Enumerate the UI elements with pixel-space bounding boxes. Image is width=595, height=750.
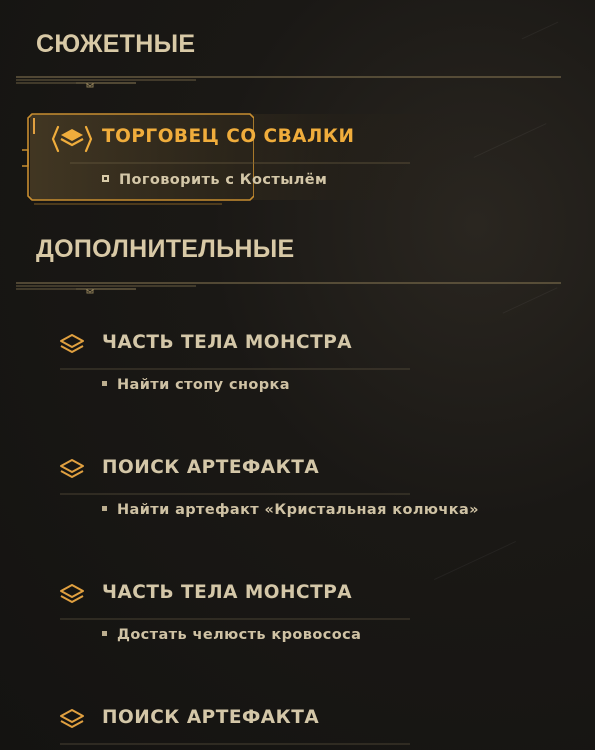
quest-item[interactable]: ПОИСК АРТЕФАКТА Найти артефакт «Кристаль… (0, 453, 595, 533)
quest-title: ЧАСТЬ ТЕЛА МОНСТРА (102, 332, 353, 353)
quest-objective: Поговорить с Костылём (102, 172, 327, 188)
quest-divider (60, 743, 410, 745)
objective-bullet (102, 174, 109, 182)
quest-objective: Найти артефакт «Кристальная колючка» (102, 502, 479, 518)
quest-item[interactable]: ЧАСТЬ ТЕЛА МОНСТРА Достать челюсть крово… (0, 578, 595, 658)
background-scratch (434, 541, 516, 580)
objective-bullet (102, 380, 107, 386)
section-title-story: СЮЖЕТНЫЕ (36, 30, 196, 58)
quest-divider (60, 493, 410, 495)
quest-title: ПОИСК АРТЕФАКТА (102, 457, 320, 478)
quest-stack-icon (60, 334, 84, 353)
section-divider (16, 282, 561, 294)
quest-objective: Достать челюсть кровососа (102, 627, 361, 643)
quest-item[interactable]: ПОИСК АРТЕФАКТА (0, 703, 595, 750)
quest-item[interactable]: ТОРГОВЕЦ СО СВАЛКИ Поговорить с Костылём (0, 118, 595, 198)
quest-divider (70, 162, 410, 164)
quest-objective: Найти стопу снорка (102, 377, 290, 393)
quest-stack-icon (51, 125, 93, 153)
quest-title: ПОИСК АРТЕФАКТА (102, 707, 320, 728)
objective-bullet (102, 630, 107, 636)
quest-stack-icon (60, 709, 84, 728)
quest-stack-icon (60, 584, 84, 603)
objective-text: Достать челюсть кровососа (117, 627, 362, 643)
section-divider (16, 76, 561, 88)
quest-stack-icon (60, 459, 84, 478)
quest-title: ЧАСТЬ ТЕЛА МОНСТРА (102, 582, 353, 603)
quest-divider (60, 368, 410, 370)
section-title-extra: ДОПОЛНИТЕЛЬНЫЕ (36, 235, 295, 263)
objective-text: Найти артефакт «Кристальная колючка» (117, 502, 479, 518)
objective-text: Поговорить с Костылём (119, 172, 328, 188)
quest-title: ТОРГОВЕЦ СО СВАЛКИ (102, 126, 355, 147)
background-scratch (521, 21, 559, 40)
quest-divider (60, 618, 410, 620)
objective-text: Найти стопу снорка (117, 377, 290, 393)
quest-item[interactable]: ЧАСТЬ ТЕЛА МОНСТРА Найти стопу снорка (0, 328, 595, 408)
objective-bullet (102, 505, 107, 511)
